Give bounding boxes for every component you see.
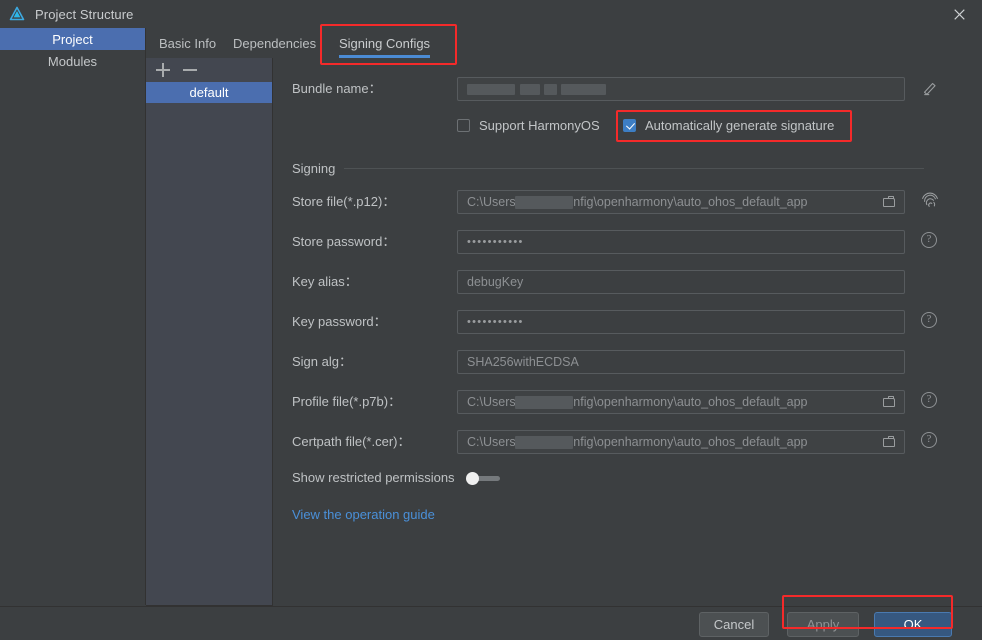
checkbox-label: Automatically generate signature [645,117,835,133]
key-password-label: Key password： [292,314,387,329]
redacted-block [467,84,515,95]
section-title: Signing [292,161,336,176]
key-password-value: ••••••••••• [467,316,524,328]
signing-configs-list-panel: default [146,58,273,606]
redacted-block [515,196,573,209]
profile-file-input[interactable]: C:\Users\ \.ohos\config\openharmony\auto… [457,390,905,414]
redacted-block [515,396,573,409]
close-icon[interactable] [936,0,982,28]
help-glyph: ? [921,232,937,248]
profile-file-label: Profile file(*.p7b)： [292,394,402,409]
signing-section-header: Signing [292,161,924,176]
left-navigation: Project Modules [0,28,146,605]
apply-button[interactable]: Apply [787,612,859,637]
sidebar-item-modules[interactable]: Modules [0,50,145,72]
bundle-name-input[interactable] [457,77,905,101]
tab-bar: Basic Info Dependencies Signing Configs [146,28,982,59]
project-structure-dialog: Project Structure Project Modules Basic … [0,0,982,640]
cancel-button[interactable]: Cancel [699,612,769,637]
apply-label: Apply [806,617,840,632]
redacted-block [561,84,606,95]
tab-dependencies[interactable]: Dependencies [229,28,320,58]
sign-alg-input[interactable]: SHA256withECDSA [457,350,905,374]
key-alias-input[interactable]: debugKey [457,270,905,294]
store-file-input[interactable]: C:\Users\ \.ohos\config\openharmony\auto… [457,190,905,214]
support-harmonyos-checkbox[interactable]: Support HarmonyOS [457,115,600,135]
help-glyph: ? [921,432,937,448]
redacted-block [520,84,540,95]
list-toolbar [146,58,272,82]
checkbox-label: Support HarmonyOS [479,117,600,133]
deveco-logo-icon [8,5,26,23]
help-circle-icon[interactable]: ? [921,432,941,452]
sign-alg-label: Sign alg： [292,354,352,369]
store-password-input[interactable]: ••••••••••• [457,230,905,254]
signing-configs-form: Bundle name： Support HarmonyOS Automatic… [273,58,982,605]
key-alias-label: Key alias： [292,274,358,289]
ok-label: OK [903,617,923,632]
folder-icon[interactable] [883,435,896,448]
auto-generate-signature-checkbox[interactable]: Automatically generate signature [623,115,834,135]
section-divider [344,168,924,169]
sidebar-item-project[interactable]: Project [0,28,145,50]
tab-label: Basic Info [159,35,217,51]
key-alias-value: debugKey [467,275,524,289]
cancel-label: Cancel [713,617,755,632]
tab-signing-configs[interactable]: Signing Configs [335,28,434,58]
checkbox-box [457,118,470,132]
window-title: Project Structure [35,6,134,22]
redacted-block [515,436,573,449]
toggle-knob [466,472,479,485]
minus-icon[interactable] [183,63,197,77]
help-glyph: ? [921,392,937,408]
store-password-value: ••••••••••• [467,236,524,248]
store-password-label: Store password： [292,234,396,249]
fingerprint-icon[interactable] [920,190,940,210]
help-circle-icon[interactable]: ? [921,392,941,412]
ok-button[interactable]: OK [874,612,952,637]
sidebar-item-label: Project [52,31,93,47]
help-circle-icon[interactable]: ? [921,312,941,332]
sign-alg-value: SHA256withECDSA [467,355,579,369]
tab-label: Signing Configs [339,35,431,51]
pencil-edit-icon[interactable] [921,79,941,99]
dialog-footer: Cancel Apply OK [0,606,982,640]
help-circle-icon[interactable]: ? [921,232,941,252]
redacted-block [544,84,557,95]
help-glyph: ? [921,312,937,328]
tab-label: Dependencies [233,35,317,51]
plus-icon[interactable] [156,63,170,77]
folder-icon[interactable] [883,395,896,408]
key-password-input[interactable]: ••••••••••• [457,310,905,334]
title-bar: Project Structure [0,0,982,28]
list-item-label: default [189,85,229,100]
show-restricted-permissions-label: Show restricted permissions [292,470,455,485]
show-restricted-permissions-toggle[interactable] [466,472,500,485]
operation-guide-link[interactable]: View the operation guide [292,507,435,522]
store-file-label: Store file(*.p12)： [292,194,396,209]
sidebar-item-label: Modules [47,53,98,69]
tab-basic-info[interactable]: Basic Info [155,28,220,58]
folder-icon[interactable] [883,195,896,208]
checkbox-box-checked [623,118,636,132]
list-item[interactable]: default [146,82,272,103]
bundle-name-label: Bundle name： [292,81,382,96]
certpath-file-input[interactable]: C:\Users\ \.ohos\config\openharmony\auto… [457,430,905,454]
certpath-file-label: Certpath file(*.cer)： [292,434,411,449]
